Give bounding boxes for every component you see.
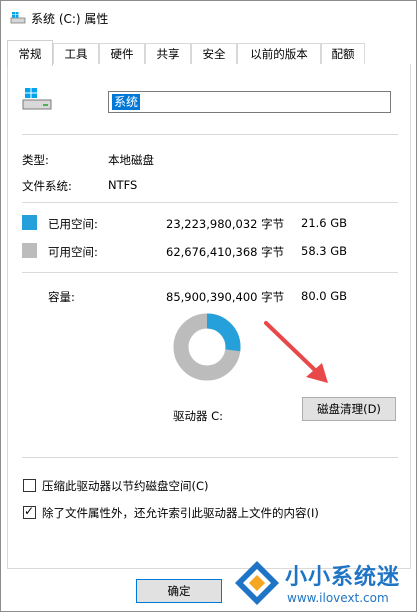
checkmark-icon: ✓ — [24, 504, 35, 518]
site-watermark: 小小系统迷 www.ilovext.com — [231, 549, 417, 612]
type-label: 类型: — [22, 153, 49, 167]
compress-checkbox[interactable] — [23, 479, 36, 492]
watermark-url: www.ilovext.com — [287, 591, 389, 605]
divider — [22, 134, 398, 135]
divider — [22, 457, 398, 458]
tab-quota[interactable]: 配额 — [321, 43, 365, 65]
drive-name-input[interactable]: 系统 — [108, 91, 391, 113]
tab-general[interactable]: 常规 — [7, 40, 53, 66]
index-label[interactable]: 除了文件属性外，还允许索引此驱动器上文件的内容(I) — [42, 505, 319, 521]
drive-letter-label: 驱动器 C: — [173, 409, 224, 423]
watermark-title: 小小系统迷 — [285, 565, 401, 590]
free-space-bytes: 62,676,410,368 字节 — [166, 245, 285, 259]
general-panel: 系统 类型: 本地磁盘 文件系统: NTFS 已用空间: 23,223,980,… — [7, 64, 411, 569]
divider — [22, 272, 398, 273]
capacity-bytes: 85,900,390,400 字节 — [166, 290, 285, 304]
divider — [22, 202, 398, 203]
tab-hardware[interactable]: 硬件 — [99, 43, 145, 65]
tab-security[interactable]: 安全 — [191, 43, 237, 65]
free-space-gb: 58.3 GB — [301, 244, 348, 258]
ok-button[interactable]: 确定 — [136, 579, 222, 603]
properties-window: 系统 (C:) 属性 常规 工具 硬件 共享 安全 以前的版本 配额 系统 类型… — [0, 0, 417, 612]
tab-strip: 常规 工具 硬件 共享 安全 以前的版本 配额 — [7, 40, 411, 66]
capacity-label: 容量: — [48, 290, 75, 304]
drive-icon — [10, 12, 26, 24]
index-checkbox[interactable]: ✓ — [23, 504, 36, 519]
filesystem-value: NTFS — [108, 178, 138, 192]
capacity-gb: 80.0 GB — [301, 289, 348, 303]
free-space-swatch — [22, 243, 37, 258]
annotation-arrow-icon — [264, 321, 328, 383]
used-space-bytes: 23,223,980,032 字节 — [166, 217, 285, 231]
free-space-label: 可用空间: — [48, 245, 98, 259]
title-bar[interactable]: 系统 (C:) 属性 — [1, 1, 416, 35]
window-title: 系统 (C:) 属性 — [31, 12, 109, 26]
site-logo-icon — [235, 561, 279, 605]
tab-sharing[interactable]: 共享 — [145, 43, 191, 65]
used-space-swatch — [22, 215, 37, 230]
drive-name-value: 系统 — [112, 94, 141, 110]
tab-tools[interactable]: 工具 — [53, 43, 99, 65]
filesystem-label: 文件系统: — [22, 179, 72, 193]
compress-label[interactable]: 压缩此驱动器以节约磁盘空间(C) — [42, 478, 209, 494]
disk-cleanup-button[interactable]: 磁盘清理(D) — [302, 397, 396, 421]
drive-large-icon — [22, 88, 52, 110]
used-space-label: 已用空间: — [48, 217, 98, 231]
tab-previous-versions[interactable]: 以前的版本 — [237, 43, 321, 65]
used-space-gb: 21.6 GB — [301, 216, 348, 230]
disk-usage-donut — [173, 313, 241, 381]
type-value: 本地磁盘 — [108, 153, 154, 167]
